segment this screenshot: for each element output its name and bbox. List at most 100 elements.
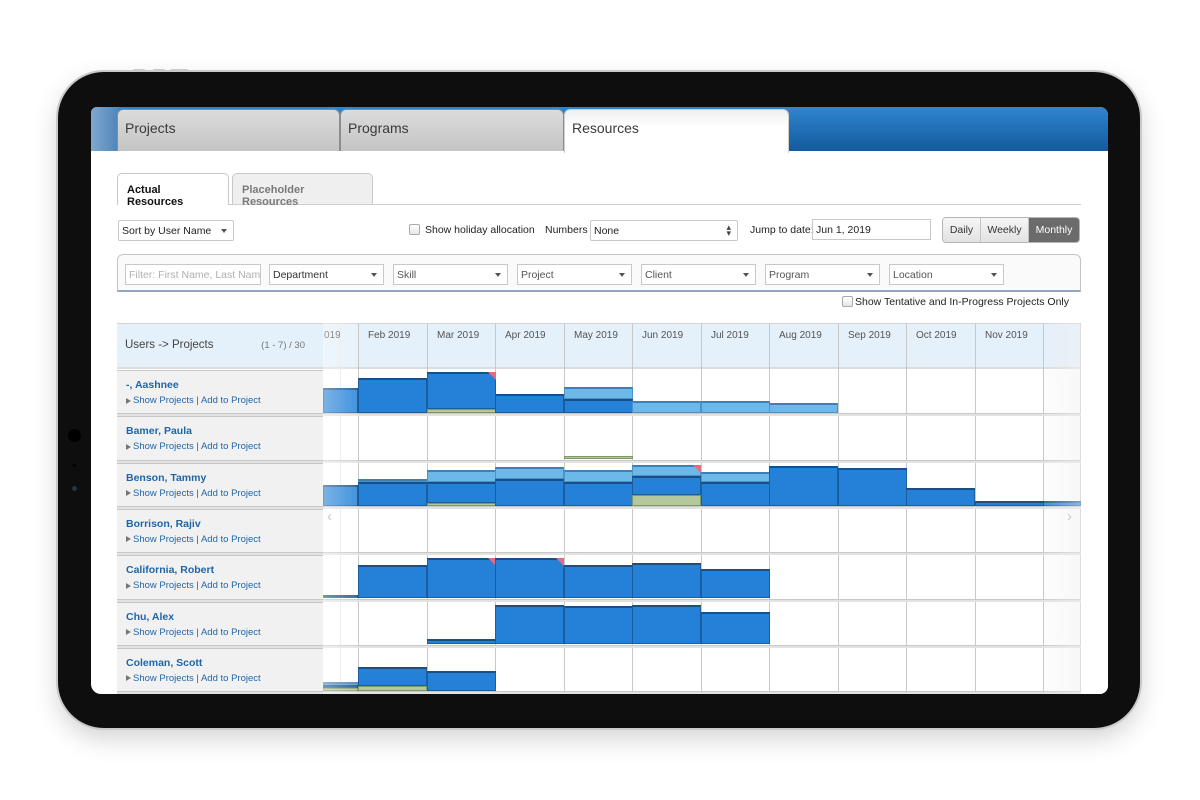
allocation-bar[interactable] (838, 468, 907, 506)
allocation-bar[interactable] (358, 377, 427, 413)
allocation-bar[interactable] (495, 479, 564, 506)
tentative-allocation-bar[interactable] (564, 470, 633, 482)
allocation-bar[interactable] (427, 481, 496, 503)
allocation-bar[interactable] (495, 605, 564, 645)
add-to-project-link[interactable]: Add to Project (201, 534, 261, 545)
link-separator: | (196, 580, 199, 592)
allocation-bar[interactable] (495, 393, 564, 413)
tentative-allocation-bar[interactable] (701, 401, 770, 413)
month-label: Sep 2019 (848, 330, 891, 341)
show-projects-link[interactable]: Show Projects (133, 627, 194, 638)
expand-triangle-icon[interactable] (126, 490, 131, 497)
tentative-only-checkbox[interactable] (842, 296, 853, 307)
allocation-bar[interactable] (427, 638, 496, 645)
tentative-allocation-bar[interactable] (323, 681, 358, 685)
allocation-bar[interactable] (632, 563, 701, 599)
expand-triangle-icon[interactable] (126, 443, 131, 450)
scroll-left-icon[interactable]: ‹ (327, 508, 332, 525)
allocation-bar[interactable] (1043, 500, 1081, 506)
tentative-allocation-bar[interactable] (495, 467, 564, 480)
tentative-allocation-bar[interactable] (632, 401, 701, 413)
sort-select[interactable]: Sort by User Name (118, 220, 234, 241)
holiday-allocation-bar[interactable] (632, 495, 701, 506)
allocation-bar[interactable] (323, 484, 358, 506)
show-projects-link[interactable]: Show Projects (133, 534, 194, 545)
tentative-allocation-bar[interactable] (427, 469, 496, 482)
show-projects-link[interactable]: Show Projects (133, 580, 194, 591)
show-projects-link[interactable]: Show Projects (133, 395, 194, 406)
allocation-bar[interactable] (564, 564, 633, 599)
user-name-link[interactable]: -, Aashnee (126, 379, 179, 391)
tentative-allocation-bar[interactable] (358, 479, 427, 483)
holiday-allocation-bar[interactable] (358, 686, 427, 691)
tab-placeholder-resources[interactable]: Placeholder Resources (232, 173, 373, 208)
allocation-bar[interactable] (701, 611, 770, 645)
view-weekly-button[interactable]: Weekly (981, 218, 1029, 242)
allocation-bar[interactable] (906, 488, 975, 506)
numbers-select[interactable]: None ▴ ▾ (590, 220, 738, 241)
tab-resources[interactable]: Resources (564, 109, 789, 153)
tentative-allocation-bar[interactable] (564, 386, 633, 399)
allocation-bar[interactable] (701, 482, 770, 506)
add-to-project-link[interactable]: Add to Project (201, 488, 261, 499)
show-projects-link[interactable]: Show Projects (133, 441, 194, 452)
view-monthly-button[interactable]: Monthly (1029, 218, 1079, 242)
department-select[interactable]: Department (269, 264, 384, 285)
user-name-link[interactable]: Bamer, Paula (126, 425, 192, 437)
tentative-allocation-bar[interactable] (769, 403, 838, 413)
main-tab-bar: Projects Programs Resources (91, 107, 1108, 153)
add-to-project-link[interactable]: Add to Project (201, 395, 261, 406)
expand-triangle-icon[interactable] (126, 536, 131, 543)
allocation-bar[interactable] (323, 684, 358, 688)
allocation-bar[interactable] (769, 465, 838, 506)
allocation-bar[interactable] (564, 606, 633, 645)
expand-triangle-icon[interactable] (126, 582, 131, 589)
row-divider (117, 413, 1081, 417)
tab-projects[interactable]: Projects (117, 109, 340, 151)
client-select[interactable]: Client (641, 264, 756, 285)
scroll-right-icon[interactable]: › (1067, 508, 1072, 525)
allocation-bar[interactable] (701, 568, 770, 599)
user-list-title: Users -> Projects (125, 339, 214, 351)
allocation-bar[interactable] (358, 666, 427, 686)
tentative-allocation-bar[interactable] (632, 464, 701, 476)
location-select[interactable]: Location (889, 264, 1004, 285)
allocation-bar[interactable] (975, 500, 1044, 506)
view-daily-button[interactable]: Daily (943, 218, 981, 242)
allocation-bar[interactable] (427, 670, 496, 691)
user-name-link[interactable]: Coleman, Scott (126, 657, 202, 669)
expand-triangle-icon[interactable] (126, 675, 131, 682)
user-name-link[interactable]: California, Robert (126, 564, 214, 576)
allocation-bar[interactable] (427, 558, 496, 599)
name-filter-input[interactable]: Filter: First Name, Last Name (125, 264, 261, 285)
skill-select[interactable]: Skill (393, 264, 508, 285)
allocation-bar[interactable] (358, 482, 427, 506)
show-projects-link[interactable]: Show Projects (133, 488, 194, 499)
allocation-bar[interactable] (495, 558, 564, 599)
project-select[interactable]: Project (517, 264, 632, 285)
month-label: Mar 2019 (437, 330, 480, 341)
program-select[interactable]: Program (765, 264, 880, 285)
expand-triangle-icon[interactable] (126, 629, 131, 635)
user-name-link[interactable]: Chu, Alex (126, 611, 174, 623)
add-to-project-link[interactable]: Add to Project (201, 673, 261, 684)
expand-triangle-icon[interactable] (126, 397, 131, 404)
add-to-project-link[interactable]: Add to Project (201, 627, 261, 638)
allocation-bar[interactable] (564, 398, 633, 413)
user-name-link[interactable]: Benson, Tammy (126, 472, 206, 484)
show-projects-link[interactable]: Show Projects (133, 673, 194, 684)
allocation-bar[interactable] (564, 481, 633, 506)
jump-to-date-input[interactable]: Jun 1, 2019 (812, 219, 931, 240)
allocation-bar[interactable] (323, 388, 358, 413)
user-name-link[interactable]: Borrison, Rajiv (126, 518, 201, 530)
add-to-project-link[interactable]: Add to Project (201, 580, 261, 591)
allocation-bar[interactable] (358, 565, 427, 599)
tab-programs[interactable]: Programs (340, 109, 564, 151)
allocation-bar[interactable] (632, 605, 701, 645)
tentative-allocation-bar[interactable] (701, 472, 770, 483)
tab-actual-resources[interactable]: Actual Resources (117, 173, 229, 208)
holiday-allocation-checkbox[interactable] (409, 224, 420, 235)
allocation-bar[interactable] (427, 372, 496, 409)
allocation-bar[interactable] (632, 476, 701, 496)
add-to-project-link[interactable]: Add to Project (201, 441, 261, 452)
